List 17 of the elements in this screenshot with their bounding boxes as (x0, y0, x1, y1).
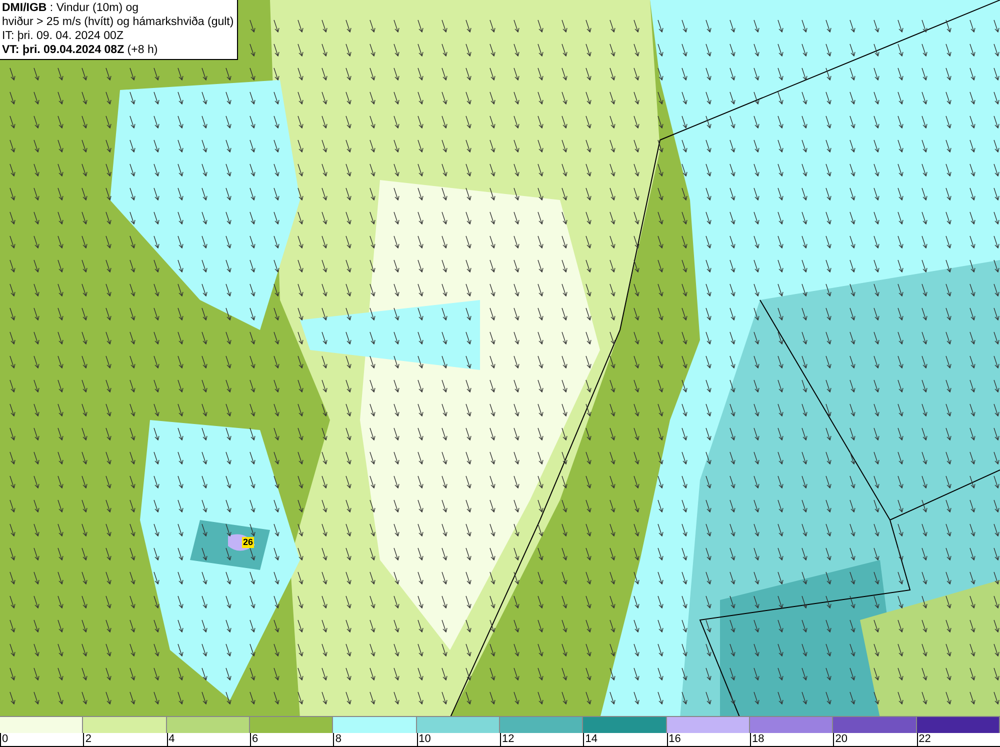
legend-tick-label: 10 (418, 733, 431, 745)
issue-time-text: IT: þri. 09. 04. 2024 00Z (2, 29, 124, 43)
gust-value-label: 26 (242, 537, 254, 548)
legend-tick-label: 2 (85, 733, 92, 745)
subtitle-text: hviður > 25 m/s (hvítt) og hámarkshviða (gult) (2, 15, 234, 29)
legend-tick-label: 18 (752, 733, 764, 745)
legend-tick-label: 20 (835, 733, 848, 745)
legend-tick-label: 16 (668, 733, 681, 745)
legend-tick-label: 14 (585, 733, 598, 745)
legend-tick-label: 0 (2, 733, 8, 745)
title-text: DMI/IGB : Vindur (10m) og (2, 1, 140, 15)
legend-tick-label: 8 (335, 733, 342, 745)
valid-time-text: VT: þri. 09.04.2024 08Z (+8 h) (2, 43, 159, 57)
legend-tick-label: 6 (252, 733, 258, 745)
legend-tick-label: 12 (502, 733, 514, 745)
legend-tick-label: 22 (918, 733, 931, 745)
legend-tick-label: 4 (168, 733, 175, 745)
